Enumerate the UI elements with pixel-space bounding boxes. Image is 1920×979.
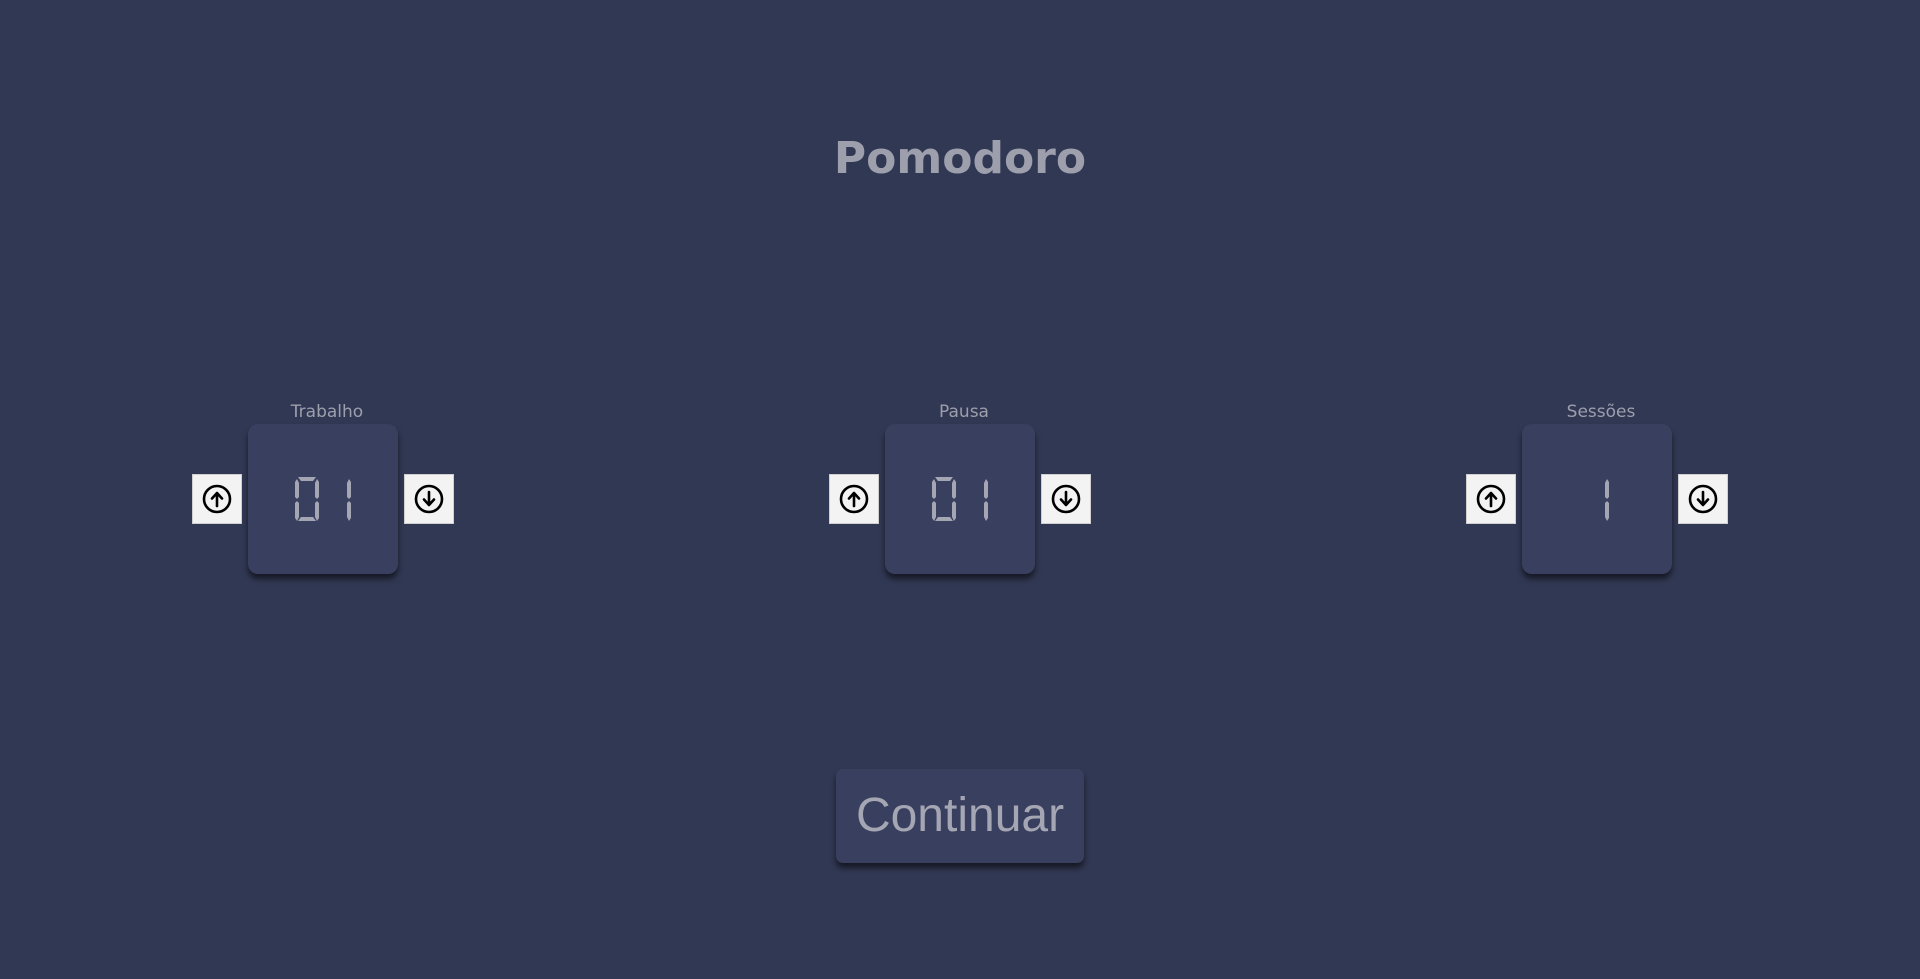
sessions-seven-segment bbox=[1584, 476, 1610, 522]
work-increment-button[interactable] bbox=[192, 474, 242, 524]
segment-e bbox=[932, 501, 936, 521]
sessions-increment-button[interactable] bbox=[1466, 474, 1516, 524]
pomodoro-setup-page: Pomodoro Trabalho 01 Pausa bbox=[0, 0, 1920, 979]
seven-segment-digit bbox=[327, 477, 351, 521]
arrow-down-circle-icon bbox=[1051, 484, 1081, 514]
work-seven-segment bbox=[294, 476, 352, 522]
segment-e bbox=[964, 501, 968, 521]
work-decrement-button[interactable] bbox=[404, 474, 454, 524]
segment-a bbox=[935, 477, 953, 481]
segment-e bbox=[327, 501, 331, 521]
segment-b bbox=[347, 479, 351, 499]
break-seven-segment bbox=[931, 476, 989, 522]
segment-a bbox=[298, 477, 316, 481]
work-label: Trabalho bbox=[290, 402, 364, 422]
break-value-display: 01 bbox=[885, 424, 1035, 574]
segment-d bbox=[330, 517, 348, 521]
sessions-decrement-button[interactable] bbox=[1678, 474, 1728, 524]
sessions-label: Sessões bbox=[1566, 402, 1636, 422]
work-setting: Trabalho 01 bbox=[192, 400, 462, 576]
segment-d bbox=[298, 517, 316, 521]
seven-segment-digit bbox=[932, 477, 956, 521]
segment-c bbox=[347, 501, 351, 521]
page-title: Pomodoro bbox=[833, 133, 1087, 184]
arrow-up-circle-icon bbox=[1476, 484, 1506, 514]
arrow-up-circle-icon bbox=[202, 484, 232, 514]
segment-a bbox=[330, 477, 348, 481]
work-value-display: 01 bbox=[248, 424, 398, 574]
break-setting: Pausa 01 bbox=[829, 400, 1099, 576]
segment-d bbox=[935, 517, 953, 521]
sessions-setting: Sessões 1 bbox=[1466, 400, 1736, 576]
segment-g bbox=[331, 497, 347, 501]
segment-b bbox=[952, 479, 956, 499]
segment-f bbox=[327, 479, 331, 499]
segment-f bbox=[295, 479, 299, 499]
break-label: Pausa bbox=[939, 402, 989, 422]
segment-e bbox=[295, 501, 299, 521]
segment-b bbox=[984, 479, 988, 499]
seven-segment-digit bbox=[295, 477, 319, 521]
segment-c bbox=[984, 501, 988, 521]
break-increment-button[interactable] bbox=[829, 474, 879, 524]
seven-segment-digit bbox=[1585, 477, 1609, 521]
segment-b bbox=[315, 479, 319, 499]
segment-a bbox=[967, 477, 985, 481]
sessions-value-display: 1 bbox=[1522, 424, 1672, 574]
segment-d bbox=[1588, 517, 1606, 521]
arrow-up-circle-icon bbox=[839, 484, 869, 514]
segment-g bbox=[968, 497, 984, 501]
seven-segment-digit bbox=[964, 477, 988, 521]
segment-g bbox=[936, 497, 952, 501]
segment-f bbox=[964, 479, 968, 499]
break-decrement-button[interactable] bbox=[1041, 474, 1091, 524]
segment-c bbox=[315, 501, 319, 521]
continue-button[interactable]: Continuar bbox=[836, 769, 1084, 863]
segment-a bbox=[1588, 477, 1606, 481]
segment-d bbox=[967, 517, 985, 521]
segment-f bbox=[1585, 479, 1589, 499]
arrow-down-circle-icon bbox=[1688, 484, 1718, 514]
segment-c bbox=[1605, 501, 1609, 521]
arrow-down-circle-icon bbox=[414, 484, 444, 514]
segment-b bbox=[1605, 479, 1609, 499]
segment-e bbox=[1585, 501, 1589, 521]
segment-f bbox=[932, 479, 936, 499]
segment-g bbox=[299, 497, 315, 501]
segment-g bbox=[1589, 497, 1605, 501]
segment-c bbox=[952, 501, 956, 521]
